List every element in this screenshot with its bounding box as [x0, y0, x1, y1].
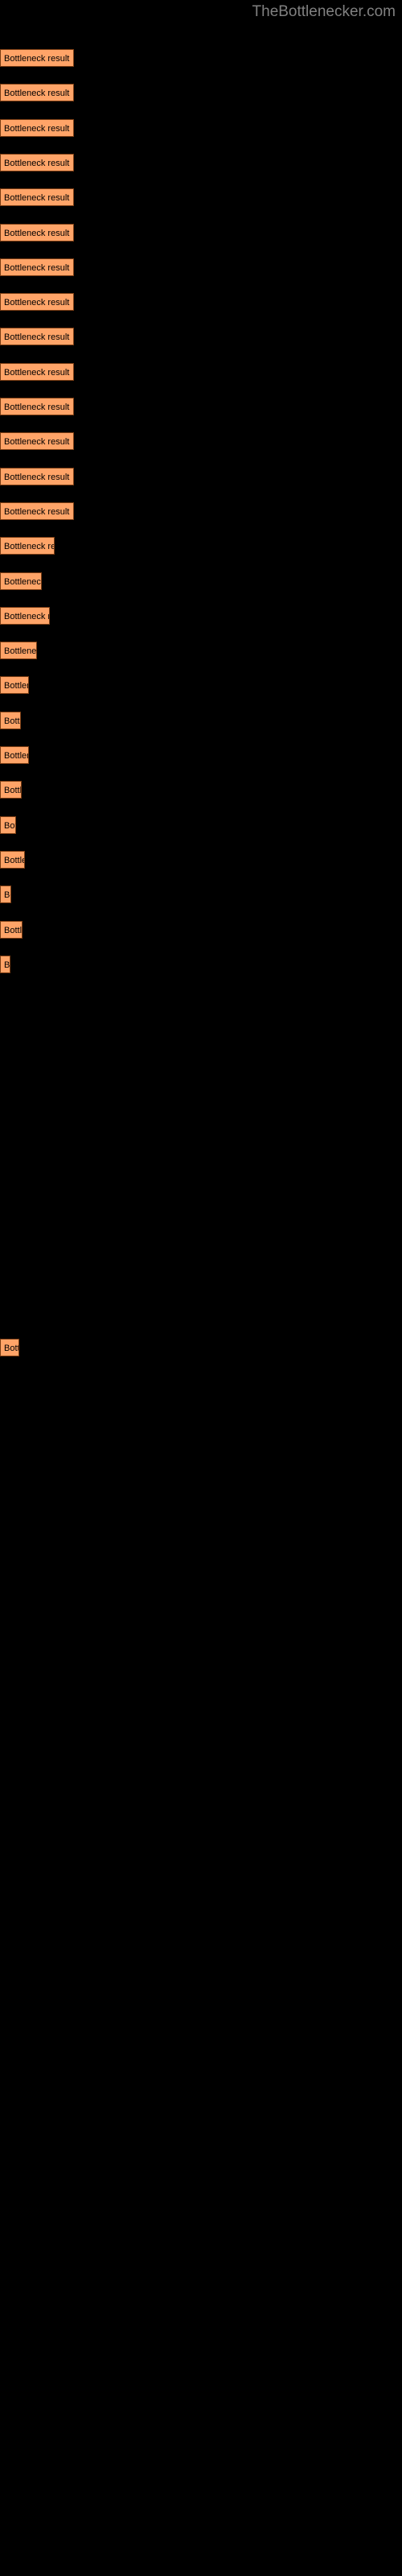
table-row: Bottleneck result	[0, 84, 74, 102]
table-row: Bottleneck result	[0, 1339, 19, 1357]
bar-label: Bottleneck result	[4, 54, 70, 64]
bar-segment[interactable]: Bottleneck result	[0, 920, 23, 939]
table-row: Bottleneck result	[0, 711, 21, 729]
bar-segment[interactable]: Bottleneck result	[0, 886, 11, 904]
bar-segment[interactable]: Bottleneck result	[0, 642, 37, 660]
bar-label: Bottleneck result	[4, 786, 22, 796]
table-row: Bottleneck result	[0, 781, 22, 799]
bottleneck-bar-chart: Bottleneck result Bottleneck result Bottle…	[0, 0, 402, 2576]
bar-segment[interactable]: Bottleneck result	[0, 781, 22, 799]
table-row: Bottleneck result	[0, 850, 25, 869]
table-row: Bottleneck result	[0, 920, 23, 939]
bar-segment[interactable]: Bottleneck result	[0, 49, 74, 67]
bar-label: Bottleneck result	[4, 228, 70, 238]
table-row: Bottleneck result	[0, 886, 11, 904]
bar-segment[interactable]: Bottleneck result	[0, 746, 29, 764]
bar-label: Bottleneck result	[4, 332, 70, 343]
bar-label: Bottleneck result	[4, 925, 23, 935]
bar-label: Bottleneck result	[4, 542, 54, 552]
bar-label: Bottleneck result	[4, 1344, 18, 1354]
bar-label: Bottleneck result	[4, 437, 70, 448]
table-row: Bottleneck result	[0, 118, 74, 137]
bar-label: Bottleneck result	[4, 611, 49, 621]
bar-label: Bottleneck result	[4, 89, 70, 99]
bar-segment[interactable]: Bottleneck result	[0, 502, 74, 520]
table-row: Bottleneck result	[0, 606, 50, 625]
bar-segment[interactable]: Bottleneck result	[0, 258, 74, 276]
table-row: Bottleneck result	[0, 49, 74, 67]
bar-segment[interactable]: Bottleneck result	[0, 711, 21, 729]
table-row: Bottleneck result	[0, 293, 74, 312]
bar-segment[interactable]: Bottleneck result	[0, 223, 74, 242]
bar-segment[interactable]: Bottleneck result	[0, 188, 74, 207]
bar-segment[interactable]: Bottleneck result	[0, 293, 74, 312]
bar-label: Bottleneck result	[4, 960, 10, 970]
table-row: Bottleneck result	[0, 502, 74, 520]
bar-segment[interactable]: Bottleneck result	[0, 118, 74, 137]
table-row: Bottleneck result	[0, 572, 42, 590]
bar-label: Bottleneck result	[4, 472, 70, 482]
table-row: Bottleneck result	[0, 467, 74, 485]
bar-segment[interactable]: Bottleneck result	[0, 850, 25, 869]
table-row: Bottleneck result	[0, 362, 74, 381]
bar-segment[interactable]: Bottleneck result	[0, 1339, 19, 1357]
table-row: Bottleneck result	[0, 223, 74, 242]
bar-label: Bottleneck result	[4, 298, 70, 308]
table-row: Bottleneck result	[0, 153, 74, 171]
bar-label: Bottleneck result	[4, 716, 21, 726]
bar-label: Bottleneck result	[4, 855, 24, 865]
bar-label: Bottleneck result	[4, 262, 70, 273]
table-row: Bottleneck result	[0, 537, 55, 555]
bar-label: Bottleneck result	[4, 123, 70, 134]
table-row: Bottleneck result	[0, 432, 74, 451]
table-row: Bottleneck result	[0, 642, 37, 660]
bar-label: Bottleneck result	[4, 681, 28, 691]
bar-segment[interactable]: Bottleneck result	[0, 398, 74, 415]
bar-segment[interactable]: Bottleneck result	[0, 606, 50, 625]
bar-label: Bottleneck result	[4, 820, 15, 831]
bar-segment[interactable]: Bottleneck result	[0, 432, 74, 451]
bar-label: Bottleneck result	[4, 158, 70, 168]
table-row: Bottleneck result	[0, 676, 29, 695]
table-row: Bottleneck result	[0, 328, 74, 346]
bar-segment[interactable]: Bottleneck result	[0, 537, 55, 555]
table-row: Bottleneck result	[0, 188, 74, 207]
bar-segment[interactable]: Bottleneck result	[0, 84, 74, 102]
bar-segment[interactable]: Bottleneck result	[0, 362, 74, 381]
bar-label: Bottleneck result	[4, 193, 70, 204]
bar-segment[interactable]: Bottleneck result	[0, 153, 74, 171]
bar-segment[interactable]: Bottleneck result	[0, 955, 10, 973]
bar-label: Bottleneck result	[4, 576, 42, 587]
bar-segment[interactable]: Bottleneck result	[0, 572, 42, 590]
bar-segment[interactable]: Bottleneck result	[0, 328, 74, 346]
table-row: Bottleneck result	[0, 955, 10, 973]
table-row: Bottleneck result	[0, 258, 74, 276]
bar-label: Bottleneck result	[4, 506, 70, 517]
table-row: Bottleneck result	[0, 398, 74, 415]
table-row: Bottleneck result	[0, 746, 29, 764]
bar-segment[interactable]: Bottleneck result	[0, 676, 29, 695]
table-row: Bottleneck result	[0, 815, 16, 834]
bar-segment[interactable]: Bottleneck result	[0, 815, 16, 834]
bar-label: Bottleneck result	[4, 367, 70, 378]
bar-label: Bottleneck result	[4, 646, 37, 657]
bar-label: Bottleneck result	[4, 890, 10, 901]
bar-label: Bottleneck result	[4, 751, 28, 761]
bar-segment[interactable]: Bottleneck result	[0, 467, 74, 485]
bar-label: Bottleneck result	[4, 402, 70, 412]
